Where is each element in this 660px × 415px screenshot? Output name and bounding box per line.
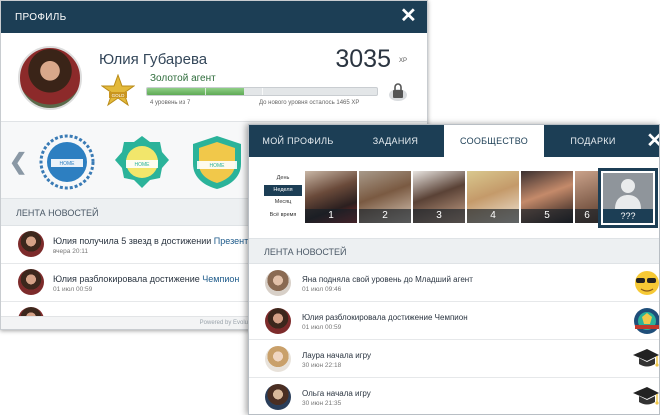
feed-time: вчера 20:11 (53, 248, 88, 255)
feed-highlight[interactable]: Чемпион (435, 313, 468, 322)
leaderboard-rank: 1 (305, 209, 357, 223)
level-progress-fill (147, 88, 244, 95)
locked-rank-icon (389, 83, 407, 101)
feed-avatar (265, 270, 291, 296)
badge-teal-icon[interactable]: HOME (112, 134, 172, 190)
rank-label: Золотой агент (150, 73, 216, 84)
leaderboard-card[interactable]: 3 (413, 171, 465, 223)
feed-avatar (265, 346, 291, 372)
xp-value: 3035 (335, 45, 391, 73)
feed-time: 01 июл 00:59 (302, 324, 342, 331)
user-name: Юлия Губарева (99, 51, 208, 68)
feed-highlight[interactable]: Младший агент (415, 275, 473, 284)
xp-unit: XP (398, 58, 407, 64)
feed-avatar (265, 308, 291, 334)
feed-item: Ольга начала игру 30 июн 21:35 (249, 378, 659, 414)
level-progress-bar (146, 87, 378, 96)
champion-badge-icon (634, 308, 659, 334)
tab-my-profile[interactable]: МОЙ ПРОФИЛЬ (249, 125, 347, 157)
feed-avatar (265, 384, 291, 410)
leaderboard-rank: 4 (467, 209, 519, 223)
feed-time: 01 июл 00:59 (53, 286, 93, 293)
feed-time: 01 июл 09:46 (302, 286, 342, 293)
leaderboard-card[interactable]: 4 (467, 171, 519, 223)
leaderboard-card[interactable]: 5 (521, 171, 573, 223)
tab-bar: МОЙ ПРОФИЛЬ ЗАДАНИЯ СООБЩЕСТВО ПОДАРКИ ✕ (249, 125, 659, 157)
current-player-rank: ??? (603, 209, 653, 223)
leaderboard-rank: 2 (359, 209, 411, 223)
feed-text: Яна подняла свой уровень до Младший аген… (302, 275, 473, 284)
badge-blue-icon[interactable]: HOME (37, 134, 97, 190)
period-all-time[interactable]: Всё время (264, 210, 302, 221)
leaderboard-card[interactable]: 1 (305, 171, 357, 223)
feed-time: 30 июн 22:18 (302, 362, 342, 369)
period-month[interactable]: Месяц (264, 197, 302, 208)
leaderboard-card[interactable]: 2 (359, 171, 411, 223)
progress-tick (204, 88, 206, 95)
feed-text: Юлия разблокировала достижение Чемпион (53, 274, 240, 284)
graduation-cap-icon (633, 349, 659, 367)
community-window: МОЙ ПРОФИЛЬ ЗАДАНИЯ СООБЩЕСТВО ПОДАРКИ ✕… (248, 124, 660, 415)
rank-badge-text: GOLD (112, 93, 126, 98)
user-avatar (18, 46, 82, 110)
feed-text: Юлия получила 5 звезд в достижении Презе… (53, 236, 269, 246)
feed-text: Лаура начала игру (302, 351, 372, 360)
tab-gifts[interactable]: ПОДАРКИ (544, 125, 642, 157)
sunglasses-emoji-icon (635, 271, 659, 295)
community-feed-title: ЛЕНТА НОВОСТЕЙ (249, 238, 659, 264)
graduation-cap-icon (633, 387, 659, 405)
level-text: 4 уровень из 7 (150, 100, 191, 106)
feed-text: Юлия разблокировала достижение Чемпион (302, 313, 468, 322)
feed-item: Яна подняла свой уровень до Младший аген… (249, 264, 659, 302)
feed-avatar (18, 269, 44, 295)
close-icon[interactable]: ✕ (400, 6, 417, 26)
svg-text:HOME: HOME (135, 162, 151, 168)
leaderboard-rank: 6 (575, 209, 599, 223)
feed-highlight[interactable]: Чемпион (202, 274, 239, 284)
leaderboard-rank: 5 (521, 209, 573, 223)
tab-community[interactable]: СООБЩЕСТВО (444, 125, 544, 157)
leaderboard-rank: 3 (413, 209, 465, 223)
tab-tasks[interactable]: ЗАДАНИЯ (347, 125, 444, 157)
profile-window-title: ПРОФИЛЬ (15, 11, 67, 23)
feed-avatar (18, 231, 44, 257)
gold-rank-star-icon: GOLD (101, 74, 135, 107)
user-silhouette-icon (603, 173, 653, 209)
current-player-card[interactable]: ??? (598, 168, 658, 228)
period-week[interactable]: Неделя (264, 185, 302, 196)
period-day[interactable]: День (264, 173, 302, 184)
feed-item: Юлия разблокировала достижение Чемпион 0… (249, 302, 659, 340)
profile-window-header: ПРОФИЛЬ ✕ (1, 1, 427, 33)
feed-text: Ольга начала игру (302, 389, 371, 398)
feed-item: Лаура начала игру 30 июн 22:18 (249, 340, 659, 378)
close-icon[interactable]: ✕ (646, 131, 659, 151)
chevron-left-icon[interactable]: ❮ (9, 149, 27, 175)
next-level-text: До нового уровня осталось 1465 XP (259, 100, 360, 106)
svg-text:HOME: HOME (210, 163, 226, 169)
feed-time: 30 июн 21:35 (302, 400, 342, 407)
badge-shield-icon[interactable]: HOME (187, 134, 247, 190)
progress-tick (262, 88, 263, 95)
svg-text:HOME: HOME (60, 161, 76, 167)
leaderboard-card[interactable]: 6 (575, 171, 599, 223)
